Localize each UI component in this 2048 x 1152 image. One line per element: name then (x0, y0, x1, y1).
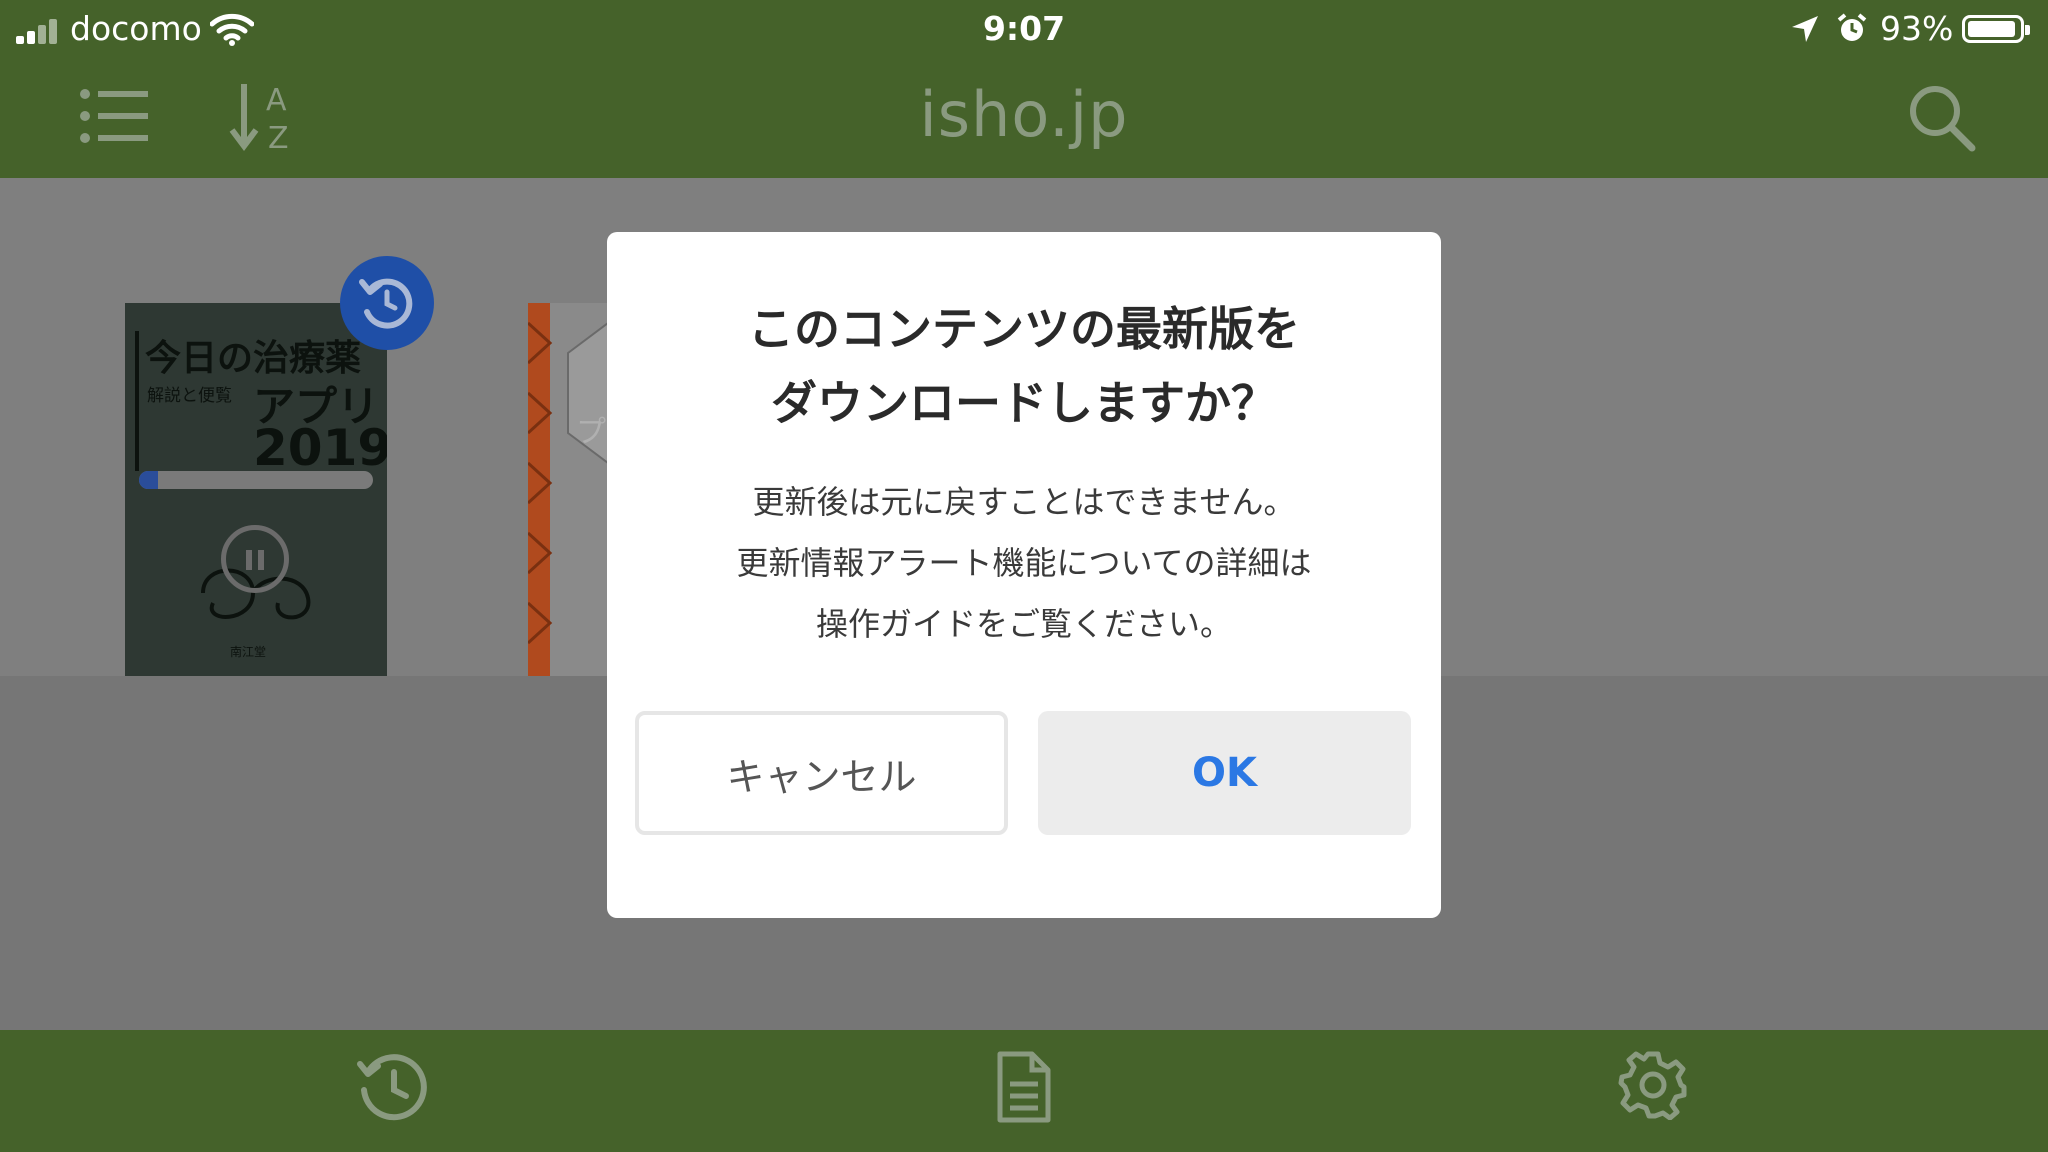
cover-pattern (528, 303, 608, 676)
dialog-message: 更新後は元に戻すことはできません。 更新情報アラート機能についての詳細は 操作ガ… (607, 472, 1441, 655)
status-time: 9:07 (982, 9, 1066, 48)
document-icon[interactable] (994, 1050, 1054, 1124)
book-subtitle: 解説と便覧 (147, 386, 232, 406)
book-cover-text: プ (576, 415, 606, 450)
dialog-title: このコンテンツの最新版を ダウンロードしますか？ (607, 292, 1441, 440)
book-cover-2[interactable]: プ (528, 303, 608, 676)
download-progress-bar (139, 471, 373, 489)
dialog-message-line-1: 更新後は元に戻すことはできません。 (752, 483, 1296, 521)
gear-icon[interactable] (1618, 1050, 1688, 1120)
update-badge[interactable] (340, 256, 434, 350)
history-icon[interactable] (356, 1050, 430, 1124)
book-cover-1[interactable]: 今日の治療薬 解説と便覧 アプリ 2019 南江堂 (125, 303, 387, 676)
ok-button[interactable]: OK (1038, 711, 1411, 835)
battery-percent: 93% (1880, 9, 1954, 48)
dialog-title-line-2: ダウンロードしますか？ (771, 376, 1277, 430)
cancel-button[interactable]: キャンセル (635, 711, 1008, 835)
top-bar: docomo 9:07 93% A Z isho.jp (0, 0, 2048, 178)
bottom-tab-bar (0, 1030, 2048, 1152)
battery-icon (1962, 15, 2030, 43)
book-year: 2019 (253, 419, 387, 477)
alarm-icon (1837, 13, 1867, 41)
app-title: isho.jp (919, 78, 1129, 151)
update-dialog: このコンテンツの最新版を ダウンロードしますか？ 更新後は元に戻すことはできませ… (607, 232, 1441, 918)
dialog-message-line-2: 更新情報アラート機能についての詳細は (736, 544, 1312, 582)
search-icon[interactable] (1908, 84, 1976, 152)
dialog-title-line-1: このコンテンツの最新版を (748, 302, 1300, 356)
refresh-icon (359, 278, 413, 329)
dialog-message-line-3: 操作ガイドをご覧ください。 (815, 605, 1232, 643)
pause-icon[interactable] (221, 525, 289, 593)
location-arrow-icon (1792, 16, 1818, 42)
status-bar: docomo 9:07 93% (0, 0, 2048, 58)
book-publisher: 南江堂 (230, 645, 267, 659)
